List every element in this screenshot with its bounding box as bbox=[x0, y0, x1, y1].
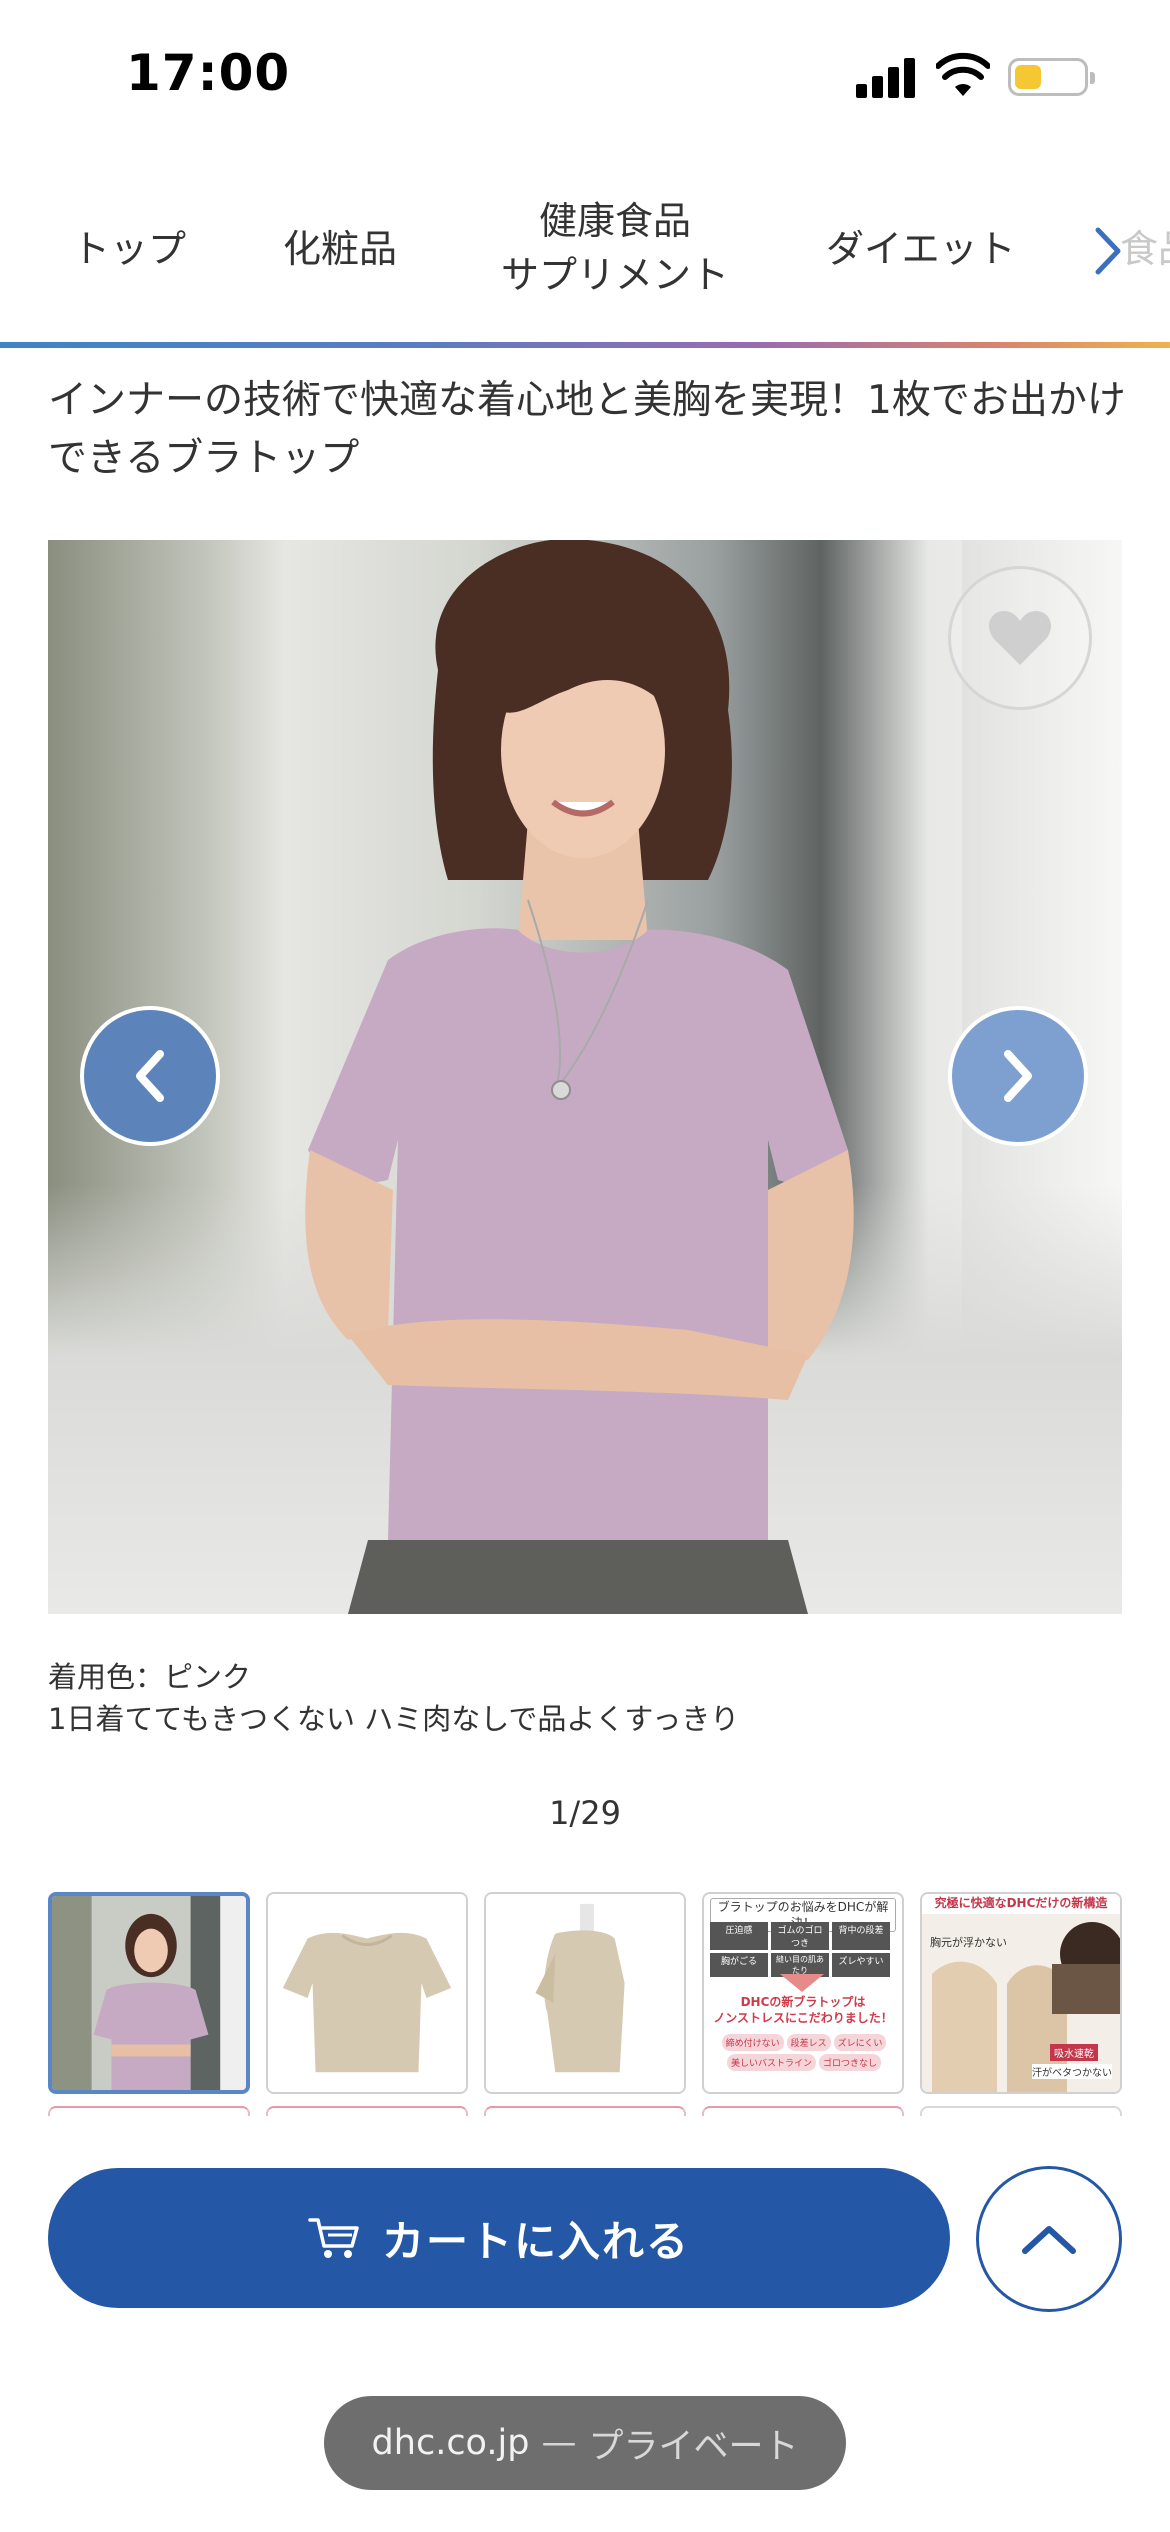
prev-image-button[interactable] bbox=[80, 1006, 220, 1146]
chevron-up-icon bbox=[1022, 2226, 1076, 2254]
category-nav: トップ 化粧品 健康食品 サプリメント ダイエット 食品 bbox=[0, 190, 1170, 345]
address-separator: — bbox=[541, 2423, 577, 2463]
thumbnail-strip: ブラトップのお悩みをDHCが解決！ 圧迫感 ゴムのゴロつき 背中の段差 胸がごる… bbox=[48, 1892, 1122, 2094]
thumbnail-model[interactable] bbox=[48, 1892, 250, 2094]
favorite-button[interactable] bbox=[948, 566, 1092, 710]
thumbnail-front[interactable] bbox=[266, 1892, 468, 2094]
status-time: 17:00 bbox=[126, 44, 291, 102]
tab-diet[interactable]: ダイエット bbox=[826, 222, 1016, 276]
add-to-cart-label: カートに入れる bbox=[381, 2216, 690, 2266]
image-caption: 着用色：ピンク 1日着ててもきつくない ハミ肉なしで品よくすっきり bbox=[48, 1656, 739, 1740]
product-title: インナーの技術で快適な着心地と美胸を実現！1枚でお出かけできるブラトップ bbox=[48, 378, 1126, 481]
feature-tags: 圧迫感 ゴムのゴロつき 背中の段差 胸がごる 縫い目の肌あたり ズレやすい bbox=[710, 1922, 896, 1977]
wifi-icon bbox=[936, 52, 990, 96]
thumbnail-feature-chart[interactable]: ブラトップのお悩みをDHCが解決！ 圧迫感 ゴムのゴロつき 背中の段差 胸がごる… bbox=[702, 1892, 904, 2094]
add-to-cart-button[interactable]: カートに入れる bbox=[48, 2168, 950, 2308]
tab-food[interactable]: 食品 bbox=[1120, 222, 1170, 276]
feature-badges: 締め付けない 段差レス ズレにくい 美しいバストライン ゴロつきなし bbox=[708, 2034, 900, 2071]
cart-icon bbox=[308, 2218, 359, 2258]
image-counter: 1/29 bbox=[549, 1794, 621, 1832]
status-bar: 17:00 bbox=[0, 0, 1170, 150]
thumbnail-structure[interactable]: 究極に快適なDHCだけの新構造 胸元が浮かない 吸水速乾 汗がベタつかない bbox=[920, 1892, 1122, 2094]
caption-description: 1日着ててもきつくない ハミ肉なしで品よくすっきり bbox=[48, 1702, 740, 1736]
nav-underline bbox=[0, 342, 1170, 348]
tab-cosmetics[interactable]: 化粧品 bbox=[283, 222, 397, 276]
tab-health-supplements[interactable]: 健康食品 サプリメント bbox=[495, 194, 735, 302]
scroll-top-button[interactable] bbox=[976, 2166, 1122, 2312]
private-mode-label: プライベート bbox=[588, 2426, 799, 2467]
next-image-button[interactable] bbox=[948, 1006, 1088, 1146]
tab-health-line1: 健康食品 bbox=[538, 199, 691, 243]
signal-icon bbox=[856, 56, 916, 98]
battery-icon bbox=[1008, 58, 1095, 96]
caption-color: 着用色：ピンク bbox=[48, 1660, 252, 1694]
heart-icon bbox=[989, 611, 1051, 665]
tab-top[interactable]: トップ bbox=[72, 222, 186, 276]
tab-health-line2: サプリメント bbox=[500, 253, 729, 297]
address-bar[interactable]: dhc.co.jp — プライベート bbox=[324, 2396, 846, 2490]
thumbnail-next-row bbox=[48, 2106, 1122, 2116]
thumbnail-side[interactable] bbox=[484, 1892, 686, 2094]
chevron-left-icon bbox=[136, 1050, 164, 1102]
chevron-right-icon bbox=[1004, 1050, 1032, 1102]
down-arrow-icon bbox=[780, 1974, 824, 1992]
address-domain: dhc.co.jp bbox=[371, 2423, 530, 2463]
